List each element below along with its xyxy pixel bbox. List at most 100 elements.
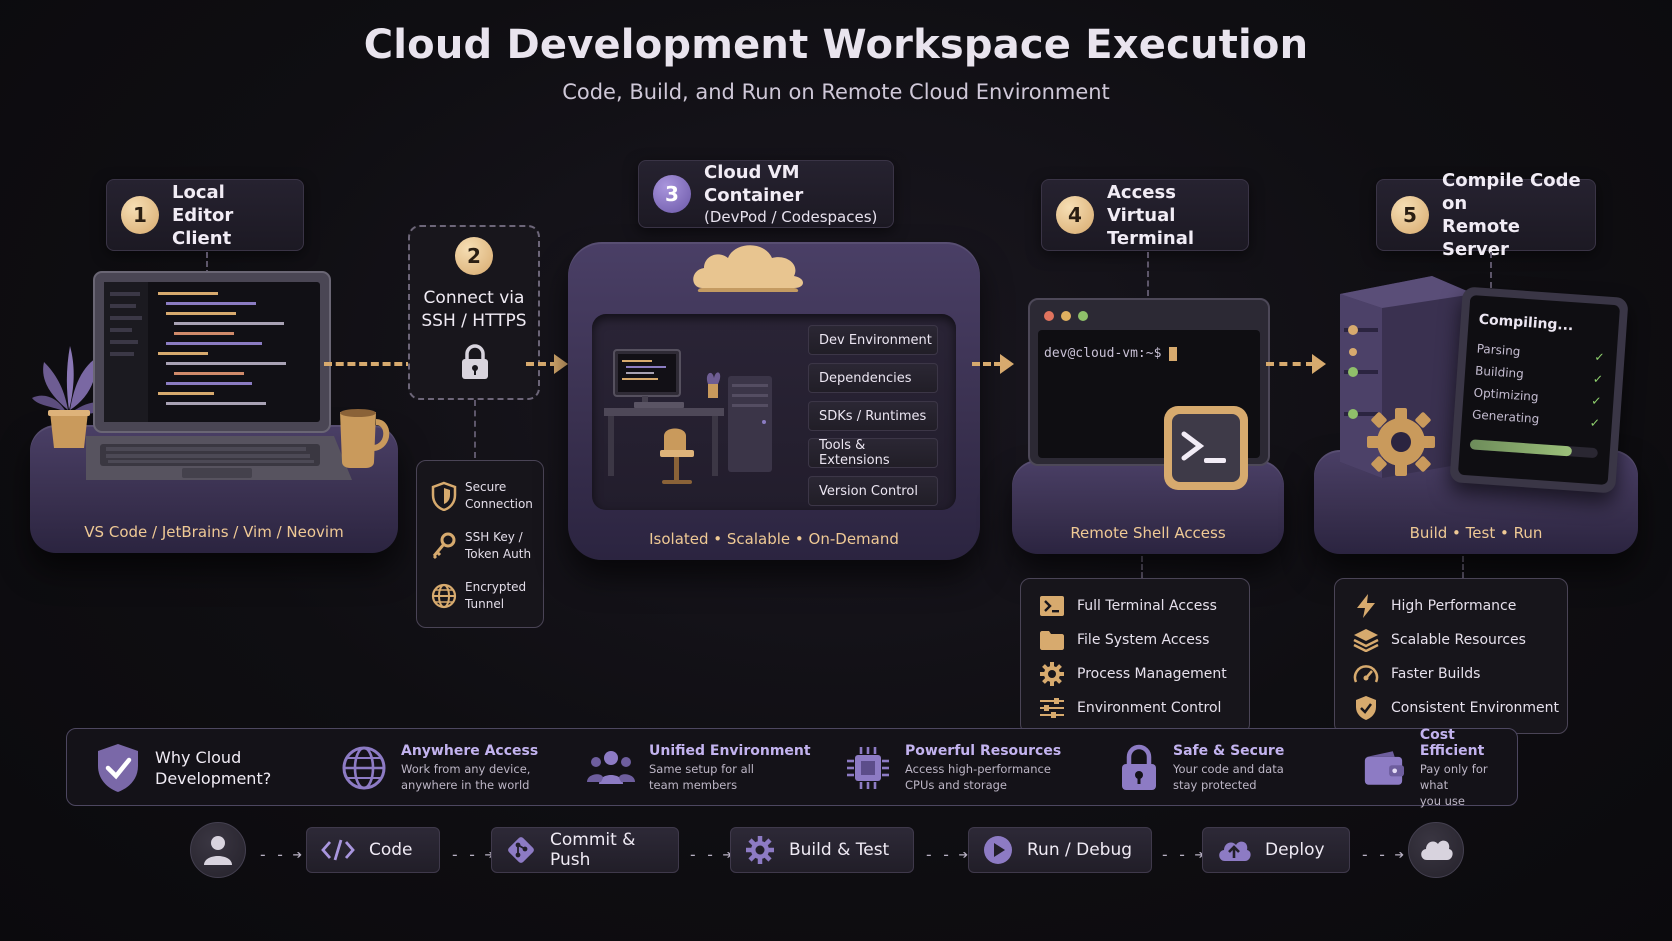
- gauge-icon: [1353, 665, 1379, 683]
- flow-arrowhead: [554, 354, 568, 374]
- cloud-icon: [693, 245, 803, 292]
- flow-arrow-line: [1266, 362, 1314, 366]
- why-cloud-bar: Why Cloud Development? Anywhere Access Wor…: [66, 727, 1518, 808]
- connector-line: [1462, 556, 1464, 578]
- workflow-step-commit-push[interactable]: Commit & Push: [491, 827, 679, 873]
- connector-line: [1147, 252, 1149, 296]
- play-icon: [984, 836, 1012, 864]
- why-item-cost-efficient: Cost Efficient Pay only for what you use: [1363, 727, 1517, 808]
- env-item-sdks-runtimes: SDKs / Runtimes: [808, 401, 938, 431]
- terminal-platform-label: Remote Shell Access: [1070, 524, 1226, 542]
- step-1-number: 1: [121, 196, 159, 234]
- step-1-label: 1 Local Editor Client: [106, 179, 304, 251]
- user-icon: [204, 836, 232, 865]
- wallet-icon: [1364, 751, 1404, 785]
- feature-row: File System Access: [1039, 623, 1249, 657]
- workflow-arrow: - - ➔: [688, 845, 732, 864]
- globe-icon: [431, 583, 457, 609]
- terminal-cursor: [1169, 346, 1178, 361]
- server-features-card: High Performance Scalable Resources Fast…: [1334, 578, 1568, 734]
- desk-workstation-icon: [604, 349, 772, 484]
- env-item-version-control: Version Control: [808, 476, 938, 506]
- why-item-anywhere-access: Anywhere Access Work from any device, anyw…: [341, 729, 538, 807]
- folder-icon: [1040, 631, 1064, 650]
- key-icon: [432, 532, 456, 560]
- env-item-dependencies: Dependencies: [808, 363, 938, 393]
- cloud-vm-platform-label: Isolated • Scalable • On-Demand: [649, 530, 899, 548]
- feature-row: High Performance: [1353, 589, 1567, 623]
- step-2-number: 2: [455, 237, 493, 275]
- shield-icon: [431, 481, 457, 511]
- layers-icon: [1353, 629, 1379, 652]
- cloud-destination: [1408, 822, 1464, 878]
- feature-row: Scalable Resources: [1353, 623, 1567, 657]
- git-icon: [508, 837, 534, 863]
- feature-row: Environment Control: [1039, 691, 1249, 725]
- flow-arrowhead: [1312, 354, 1326, 374]
- why-item-unified-environment: Unified Environment Same setup for all tea…: [587, 729, 811, 807]
- check-icon: ✓: [1593, 349, 1605, 365]
- connector-line: [474, 400, 476, 458]
- step-5-label: 5 Compile Code on Remote Server: [1376, 170, 1596, 260]
- laptop-icon: [86, 271, 352, 480]
- window-close-dot: [1044, 311, 1054, 321]
- code-icon: [321, 839, 355, 861]
- security-card: Secure Connection SSH Key / Token Auth Enc…: [416, 460, 544, 628]
- env-item-dev-environment: Dev Environment: [808, 325, 938, 355]
- why-item-safe-secure: Safe & Secure Your code and data stay prot…: [1119, 729, 1284, 807]
- connection-card: 2 Connect via SSH / HTTPS: [408, 225, 540, 400]
- gear-icon: [1040, 662, 1064, 686]
- check-icon: ✓: [1589, 415, 1601, 431]
- check-icon: ✓: [1592, 371, 1604, 387]
- developer-avatar: [190, 822, 246, 878]
- workflow-step-build-test[interactable]: Build & Test: [730, 827, 914, 873]
- step-2-line2: SSH / HTTPS: [421, 311, 527, 331]
- env-item-tools-extensions: Tools & Extensions: [808, 438, 938, 468]
- coffee-mug-icon: [340, 409, 390, 468]
- window-maximize-dot: [1078, 311, 1088, 321]
- gear-icon: [746, 836, 774, 864]
- workflow-arrow: - - ➔: [450, 845, 494, 864]
- step-2-line1: Connect via: [423, 288, 525, 308]
- feature-row: Faster Builds: [1353, 657, 1567, 691]
- server-platform-label: Build • Test • Run: [1409, 524, 1543, 542]
- workflow-arrow: - - ➔: [1160, 845, 1204, 864]
- chip-icon: [847, 747, 889, 789]
- workflow-arrow: - - ➔: [258, 845, 302, 864]
- workflow-step-code[interactable]: Code: [306, 827, 440, 873]
- cloud-icon: [1421, 840, 1453, 860]
- sliders-icon: [1040, 698, 1064, 718]
- shield-check-icon: [98, 744, 138, 792]
- feature-row: Process Management: [1039, 657, 1249, 691]
- globe-icon: [342, 746, 386, 790]
- workflow-arrow: - - ➔: [924, 845, 968, 864]
- connector-line: [1141, 556, 1143, 578]
- users-icon: [587, 751, 635, 784]
- terminal-features-card: Full Terminal Access File System Access …: [1020, 578, 1250, 734]
- step-5-number: 5: [1391, 196, 1429, 234]
- workflow-step-run-debug[interactable]: Run / Debug: [968, 827, 1152, 873]
- lock-icon: [1122, 744, 1156, 790]
- upload-cloud-icon: [1219, 841, 1251, 861]
- terminal-icon: [1040, 596, 1064, 616]
- feature-row: Full Terminal Access: [1039, 589, 1249, 623]
- flow-arrowhead: [1000, 354, 1014, 374]
- step-4-number: 4: [1056, 196, 1094, 234]
- lock-icon: [462, 344, 488, 379]
- workflow-step-deploy[interactable]: Deploy: [1202, 827, 1350, 873]
- gear-icon: [1367, 408, 1435, 476]
- check-icon: ✓: [1590, 393, 1602, 409]
- step-4-label: 4 Access Virtual Terminal: [1041, 179, 1249, 251]
- compile-panel: Compiling... Parsing ✓ Building ✓ Optimizi…: [1449, 286, 1629, 494]
- connector-line: [1490, 252, 1492, 288]
- editor-platform-label: VS Code / JetBrains / Vim / Neovim: [84, 523, 344, 541]
- terminal-prompt-icon: [1164, 406, 1248, 490]
- window-minimize-dot: [1061, 311, 1071, 321]
- why-cloud-heading: Why Cloud Development?: [95, 729, 271, 807]
- why-item-powerful-resources: Powerful Resources Access high-performanc…: [845, 729, 1061, 807]
- page-subtitle: Code, Build, and Run on Remote Cloud Env…: [562, 80, 1110, 104]
- step-3-label: 3 Cloud VM Container (DevPod / Codespaces…: [638, 160, 894, 228]
- workflow-arrow: - - ➔: [1360, 845, 1404, 864]
- step-3-number: 3: [653, 175, 691, 213]
- shield-check-icon: [1356, 696, 1376, 720]
